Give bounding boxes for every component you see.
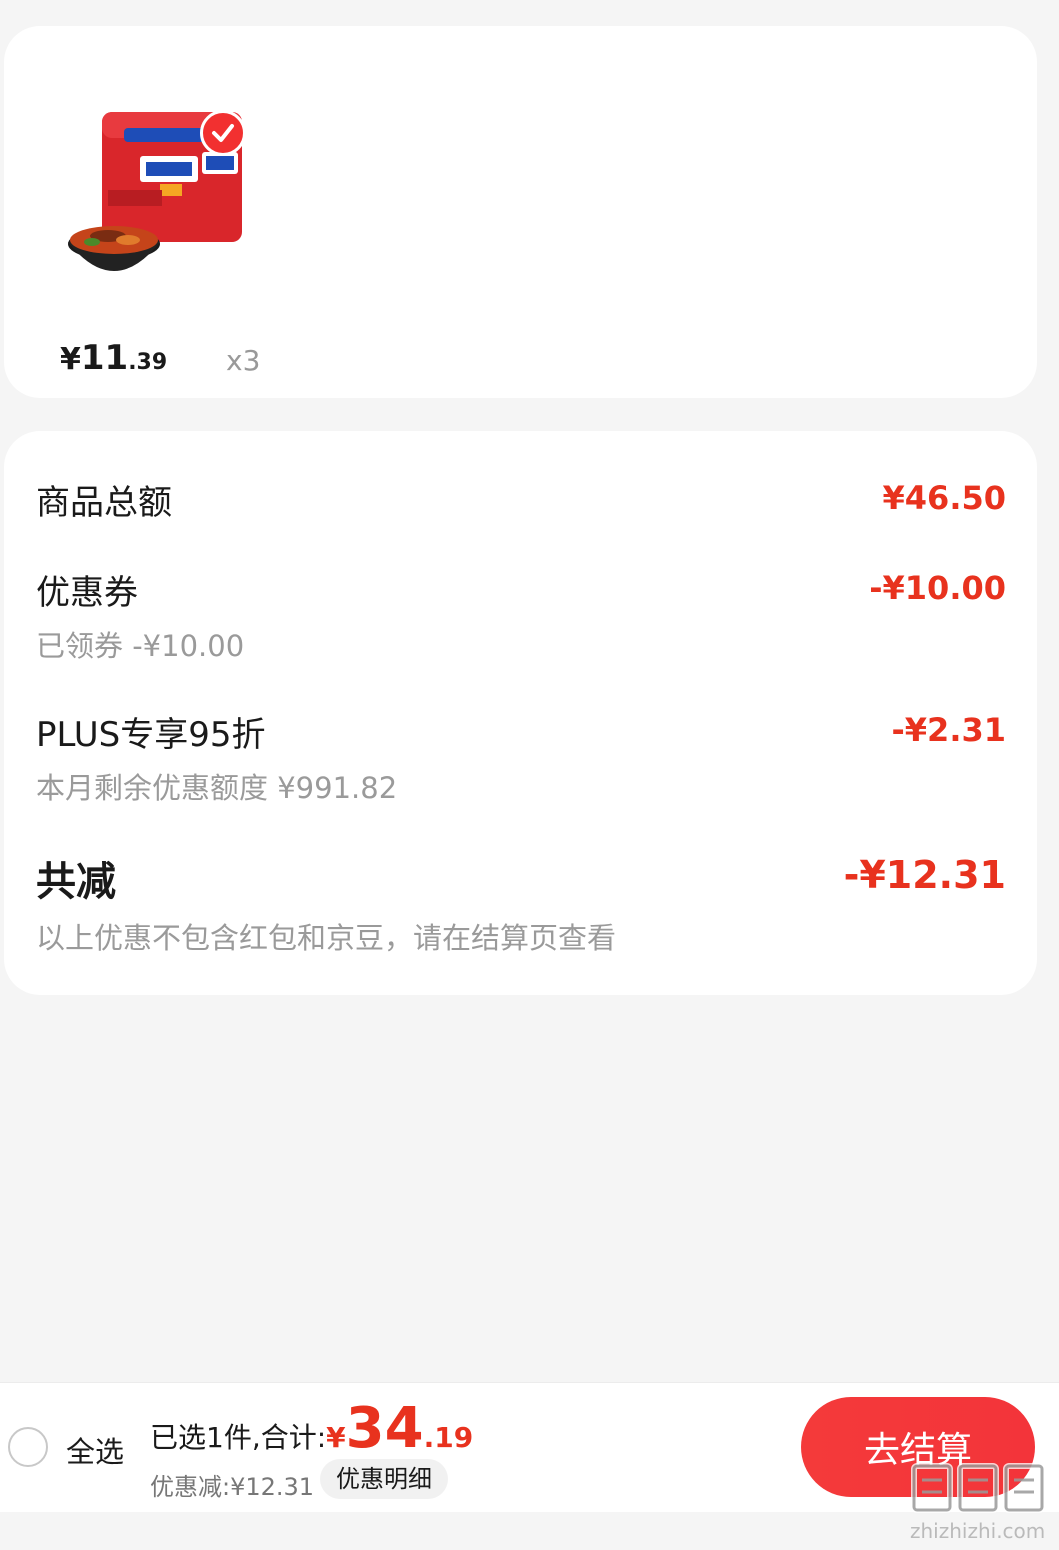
price-currency: ¥ (60, 342, 81, 377)
selected-summary: 已选1件,合计: ¥ 34 .19 (150, 1401, 473, 1457)
product-card: ¥ 11 .39 x3 (4, 26, 1037, 398)
goods-total-value: ¥46.50 (882, 479, 1006, 517)
goods-total-label: 商品总额 (36, 483, 172, 523)
coupon-value: -¥10.00 (869, 569, 1006, 607)
product-quantity: x3 (226, 344, 261, 377)
total-decimal: .19 (423, 1421, 474, 1454)
site-watermark-logo: zhizhizhi.com (906, 1460, 1056, 1546)
price-integer: 11 (80, 338, 129, 378)
price-decimal: .39 (128, 350, 168, 375)
selected-prefix: 已选1件,合计: (150, 1421, 327, 1454)
plus-remaining-quota: 本月剩余优惠额度 ¥991.82 (36, 771, 398, 805)
discount-detail-button[interactable]: 优惠明细 (320, 1459, 448, 1499)
selected-check-icon[interactable] (200, 110, 246, 156)
plus-discount-value: -¥2.31 (891, 711, 1007, 749)
cart-page: ¥ 11 .39 x3 商品总额 ¥46.50 优惠券 -¥10.00 已领券 … (0, 0, 1059, 1550)
total-off-label: 共减 (36, 859, 116, 905)
discount-summary-card: 商品总额 ¥46.50 优惠券 -¥10.00 已领券 -¥10.00 PLUS… (4, 431, 1037, 995)
discount-note: 以上优惠不包含红包和京豆，请在结算页查看 (36, 921, 617, 955)
total-currency: ¥ (326, 1421, 346, 1454)
total-off-value: -¥12.31 (843, 853, 1006, 897)
plus-discount-label: PLUS专享95折 (36, 715, 266, 755)
total-integer: 34 (345, 1396, 424, 1461)
discount-amount: 优惠减:¥12.31 (150, 1473, 315, 1501)
product-price: ¥ 11 .39 (60, 338, 167, 378)
watermark-site-text: zhizhizhi.com (910, 1519, 1045, 1543)
coupon-label: 优惠券 (36, 573, 138, 613)
checkout-bar: 全选 已选1件,合计: ¥ 34 .19 优惠减:¥12.31 优惠明细 去结算 (0, 1382, 1059, 1512)
select-all-radio[interactable] (8, 1427, 48, 1467)
select-all-label[interactable]: 全选 (66, 1429, 124, 1471)
coupon-sub: 已领券 -¥10.00 (36, 629, 245, 663)
